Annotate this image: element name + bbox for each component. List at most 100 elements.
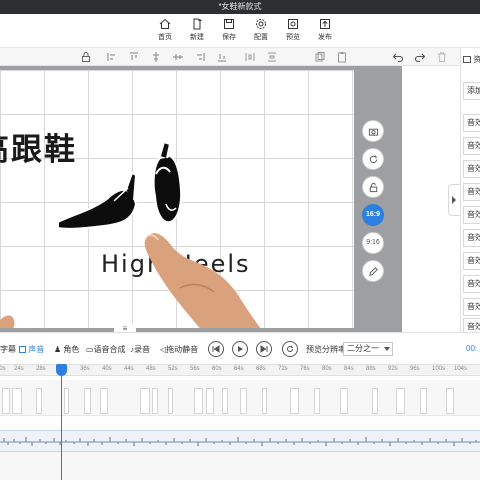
align-middle-v-icon[interactable] bbox=[172, 51, 184, 63]
record-tab[interactable]: ♪录音 bbox=[130, 344, 150, 355]
track-clip[interactable] bbox=[240, 388, 247, 414]
subtitle-tab[interactable]: 字幕 bbox=[0, 344, 16, 355]
ratio-9-16-label: 9:16 bbox=[366, 239, 380, 246]
right-panel-collapse-handle[interactable] bbox=[448, 184, 460, 216]
delete-icon[interactable] bbox=[436, 51, 448, 63]
scene-canvas[interactable]: 高跟鞋 High Heels bbox=[0, 70, 354, 328]
right-panel-add-button[interactable]: 添加 bbox=[463, 82, 480, 100]
tts-tab-label: 语音合成 bbox=[93, 345, 126, 354]
track-clip[interactable] bbox=[100, 388, 108, 414]
track-clip[interactable] bbox=[222, 388, 228, 414]
preview-resolution-select[interactable]: 二分之一 bbox=[343, 342, 393, 356]
sound-effect-item[interactable]: 音效 bbox=[463, 275, 480, 293]
timeline-controls: 字幕 声音 ♟ 角色 ▭语音合成 ♪录音 ◁拖动静音 预览分辨率 二分之一 00… bbox=[0, 332, 480, 364]
track-clip[interactable] bbox=[36, 388, 42, 414]
track-clip[interactable] bbox=[84, 388, 91, 414]
track-clip[interactable] bbox=[446, 388, 454, 414]
track-clip[interactable] bbox=[206, 388, 214, 414]
ruler-tick: 100s bbox=[432, 366, 446, 372]
new-button[interactable]: 新建 bbox=[182, 18, 212, 46]
lock-icon[interactable] bbox=[80, 51, 92, 63]
ruler-tick: 88s bbox=[366, 366, 376, 372]
empty-track bbox=[0, 452, 480, 480]
track-clip[interactable] bbox=[314, 388, 320, 414]
sound-effect-item[interactable]: 音效 bbox=[463, 298, 480, 316]
ruler-tick: 52s bbox=[168, 366, 178, 372]
save-button[interactable]: 保存 bbox=[214, 18, 244, 46]
voice-tab[interactable]: 声音 bbox=[19, 344, 44, 355]
ruler-tick: 24s bbox=[14, 366, 24, 372]
track-clip[interactable] bbox=[12, 388, 22, 414]
home-icon bbox=[159, 18, 171, 29]
ruler-tick: 28s bbox=[36, 366, 46, 372]
tts-tab[interactable]: ▭语音合成 bbox=[86, 344, 126, 355]
sound-effect-item[interactable]: 音效 bbox=[463, 252, 480, 270]
skip-back-button[interactable] bbox=[208, 341, 224, 357]
track-clip[interactable] bbox=[396, 388, 405, 414]
settings-label: 配置 bbox=[254, 34, 268, 41]
home-button[interactable]: 首页 bbox=[150, 18, 180, 46]
sound-effect-label: 音效 bbox=[467, 233, 480, 242]
sound-effect-item[interactable]: 音效 bbox=[463, 114, 480, 132]
align-right-icon[interactable] bbox=[194, 51, 206, 63]
track-clip[interactable] bbox=[64, 388, 69, 414]
sound-effect-label: 音效 bbox=[467, 187, 480, 196]
ruler-tick: 44s bbox=[124, 366, 134, 372]
screenshot-button[interactable] bbox=[362, 120, 384, 142]
track-clip[interactable] bbox=[152, 388, 158, 414]
timeline-ruler[interactable]: 20s 24s 28s 32s 36s 40s 44s 48s 52s 56s … bbox=[0, 364, 480, 376]
skip-forward-button[interactable] bbox=[256, 341, 272, 357]
ratio-16-9-button[interactable]: 16:9 bbox=[362, 204, 384, 226]
audio-waveform bbox=[0, 437, 480, 446]
sound-effect-item[interactable]: 音效 bbox=[463, 160, 480, 178]
distribute-v-icon[interactable] bbox=[266, 51, 278, 63]
image-icon bbox=[463, 56, 471, 63]
paste-icon[interactable] bbox=[336, 51, 348, 63]
track-clip[interactable] bbox=[194, 388, 203, 414]
new-file-icon bbox=[193, 18, 202, 30]
play-button[interactable] bbox=[232, 341, 248, 357]
preview-button[interactable]: 预览 bbox=[278, 18, 308, 46]
playhead-handle[interactable] bbox=[56, 364, 67, 376]
track-clip[interactable] bbox=[140, 388, 150, 414]
edit-button[interactable] bbox=[362, 260, 384, 282]
main-toolbar: 首页 新建 保存 配置 预览 发布 bbox=[0, 14, 480, 48]
sound-effect-item[interactable]: 音效 bbox=[463, 183, 480, 201]
audio-track[interactable] bbox=[0, 430, 480, 452]
lock-canvas-button[interactable] bbox=[362, 176, 384, 198]
track-clip[interactable] bbox=[2, 388, 10, 414]
track-clip[interactable] bbox=[290, 388, 299, 414]
role-tab[interactable]: ♟ 角色 bbox=[54, 344, 79, 355]
sound-effect-item[interactable]: 音效 bbox=[463, 206, 480, 224]
home-label: 首页 bbox=[158, 34, 172, 41]
copy-icon[interactable] bbox=[314, 51, 326, 63]
ruler-tick: 84s bbox=[344, 366, 354, 372]
align-top-icon[interactable] bbox=[128, 51, 140, 63]
align-center-h-icon[interactable] bbox=[150, 51, 162, 63]
save-label: 保存 bbox=[222, 34, 236, 41]
sound-effect-item[interactable]: 音效 bbox=[463, 137, 480, 155]
ratio-9-16-button[interactable]: 9:16 bbox=[362, 232, 384, 254]
refresh-button[interactable] bbox=[362, 148, 384, 170]
undo-icon[interactable] bbox=[392, 51, 404, 63]
settings-icon bbox=[256, 19, 266, 29]
track-clip[interactable] bbox=[372, 388, 378, 414]
sound-effect-label: 音效 bbox=[467, 210, 480, 219]
track-clip[interactable] bbox=[420, 388, 427, 414]
skip-forward-icon bbox=[260, 345, 268, 353]
settings-button[interactable]: 配置 bbox=[246, 18, 276, 46]
canvas-workspace: 高跟鞋 High Heels 16:9 9:16 bbox=[0, 66, 402, 332]
replay-button[interactable] bbox=[282, 341, 298, 357]
track-clip[interactable] bbox=[262, 388, 267, 414]
replay-icon bbox=[287, 345, 293, 352]
distribute-h-icon[interactable] bbox=[244, 51, 256, 63]
redo-icon[interactable] bbox=[414, 51, 426, 63]
track-clip[interactable] bbox=[340, 388, 348, 414]
sound-effect-item[interactable]: 音效 bbox=[463, 229, 480, 247]
align-left-icon[interactable] bbox=[106, 51, 118, 63]
save-icon bbox=[224, 19, 234, 29]
track-clip[interactable] bbox=[168, 388, 173, 414]
publish-button[interactable]: 发布 bbox=[310, 18, 340, 46]
drag-silence-tab[interactable]: ◁拖动静音 bbox=[160, 344, 198, 355]
align-bottom-icon[interactable] bbox=[216, 51, 228, 63]
